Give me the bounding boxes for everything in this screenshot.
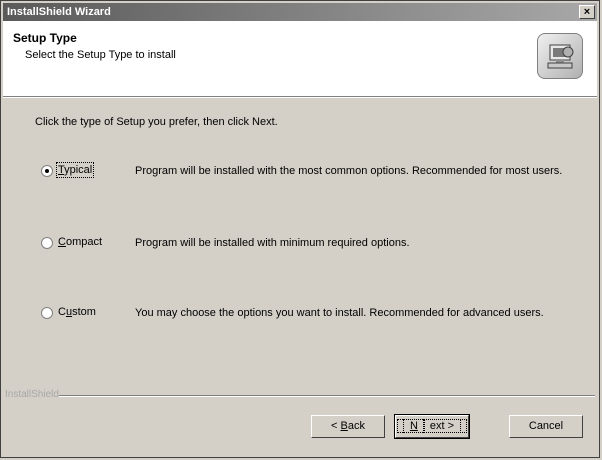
next-button[interactable]: Next > — [394, 414, 470, 439]
header-divider — [3, 97, 597, 98]
title-bar[interactable]: InstallShield Wizard × — [3, 3, 597, 21]
close-icon: × — [583, 6, 591, 18]
custom-label[interactable]: Custom — [58, 306, 96, 318]
compact-label[interactable]: Compact — [58, 236, 102, 248]
footer-divider — [59, 395, 595, 397]
installshield-wizard-window: InstallShield Wizard × Setup Type Select… — [0, 0, 600, 458]
typical-label[interactable]: Typical — [55, 162, 95, 178]
setup-computer-icon — [537, 33, 583, 79]
typical-radio[interactable] — [41, 165, 53, 177]
radio-selected-dot — [45, 169, 49, 173]
typical-description: Program will be installed with the most … — [135, 165, 563, 177]
window-title: InstallShield Wizard — [7, 6, 111, 18]
compact-radio[interactable] — [41, 237, 53, 249]
custom-description: You may choose the options you want to i… — [135, 307, 544, 319]
custom-radio[interactable] — [41, 307, 53, 319]
cancel-button[interactable]: Cancel — [509, 415, 583, 438]
page-subtitle: Select the Setup Type to install — [25, 49, 176, 61]
back-button[interactable]: < Back — [311, 415, 385, 438]
installshield-brand: InstallShield — [5, 389, 59, 400]
compact-description: Program will be installed with minimum r… — [135, 237, 410, 249]
instruction-text: Click the type of Setup you prefer, then… — [35, 116, 278, 128]
page-title: Setup Type — [13, 31, 77, 45]
wizard-header: Setup Type Select the Setup Type to inst… — [3, 21, 597, 97]
close-button[interactable]: × — [579, 5, 595, 19]
